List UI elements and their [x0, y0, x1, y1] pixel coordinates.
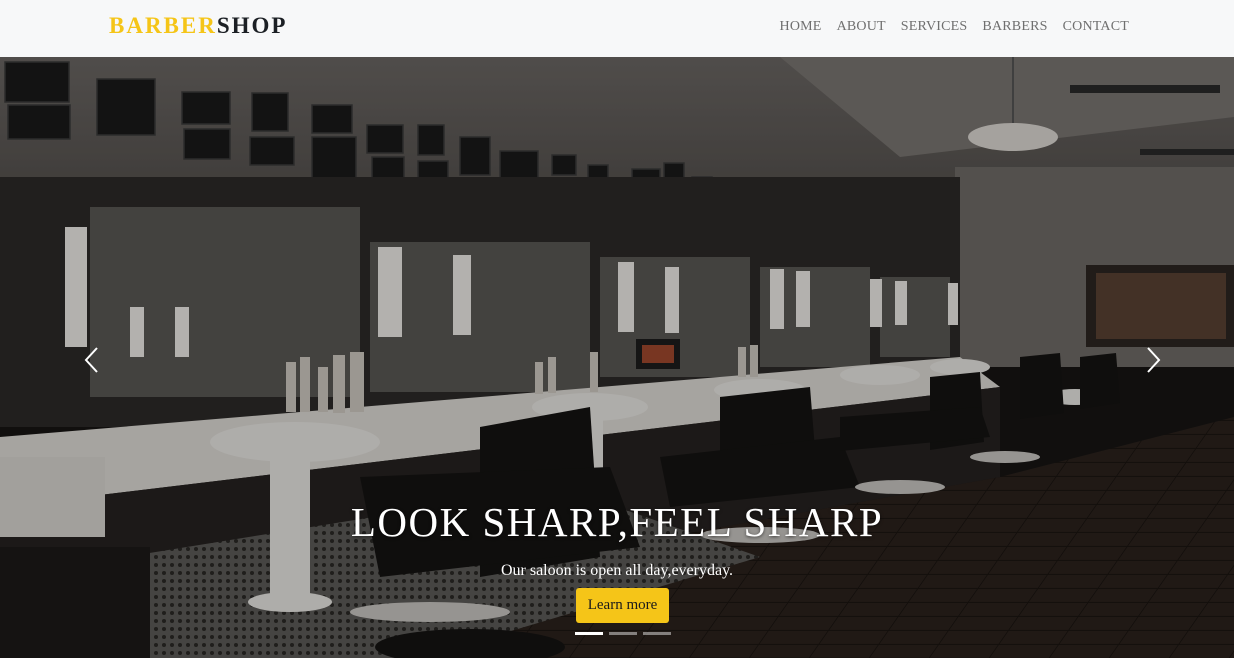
nav-item-contact[interactable]: CONTACT [1063, 19, 1129, 35]
carousel-indicator-1[interactable] [575, 632, 603, 635]
carousel-indicator-3[interactable] [643, 632, 671, 635]
nav-item-about[interactable]: ABOUT [837, 19, 886, 35]
hero-subtitle: Our saloon is open all day,everyday. [500, 562, 734, 579]
hero-carousel: LOOK SHARP,FEEL SHARP Our saloon is open… [0, 57, 1234, 658]
chevron-right-icon [1147, 347, 1161, 373]
nav-item-home[interactable]: HOME [780, 19, 822, 35]
brand-logo[interactable]: BARBERSHOP [109, 13, 287, 39]
carousel-indicator-2[interactable] [609, 632, 637, 635]
main-nav: HOME ABOUT SERVICES BARBERS CONTACT [780, 19, 1129, 35]
brand-part-2: SHOP [216, 13, 288, 38]
carousel-prev-button[interactable] [77, 342, 107, 378]
carousel-indicators [575, 632, 671, 635]
learn-more-button[interactable]: Learn more [576, 588, 669, 623]
nav-item-barbers[interactable]: BARBERS [982, 19, 1047, 35]
nav-item-services[interactable]: SERVICES [901, 19, 968, 35]
chevron-left-icon [84, 347, 98, 373]
brand-part-1: BARBER [109, 13, 217, 38]
navbar: BARBERSHOP HOME ABOUT SERVICES BARBERS C… [0, 0, 1234, 57]
carousel-next-button[interactable] [1138, 342, 1168, 378]
hero-title: LOOK SHARP,FEEL SHARP [350, 499, 884, 545]
